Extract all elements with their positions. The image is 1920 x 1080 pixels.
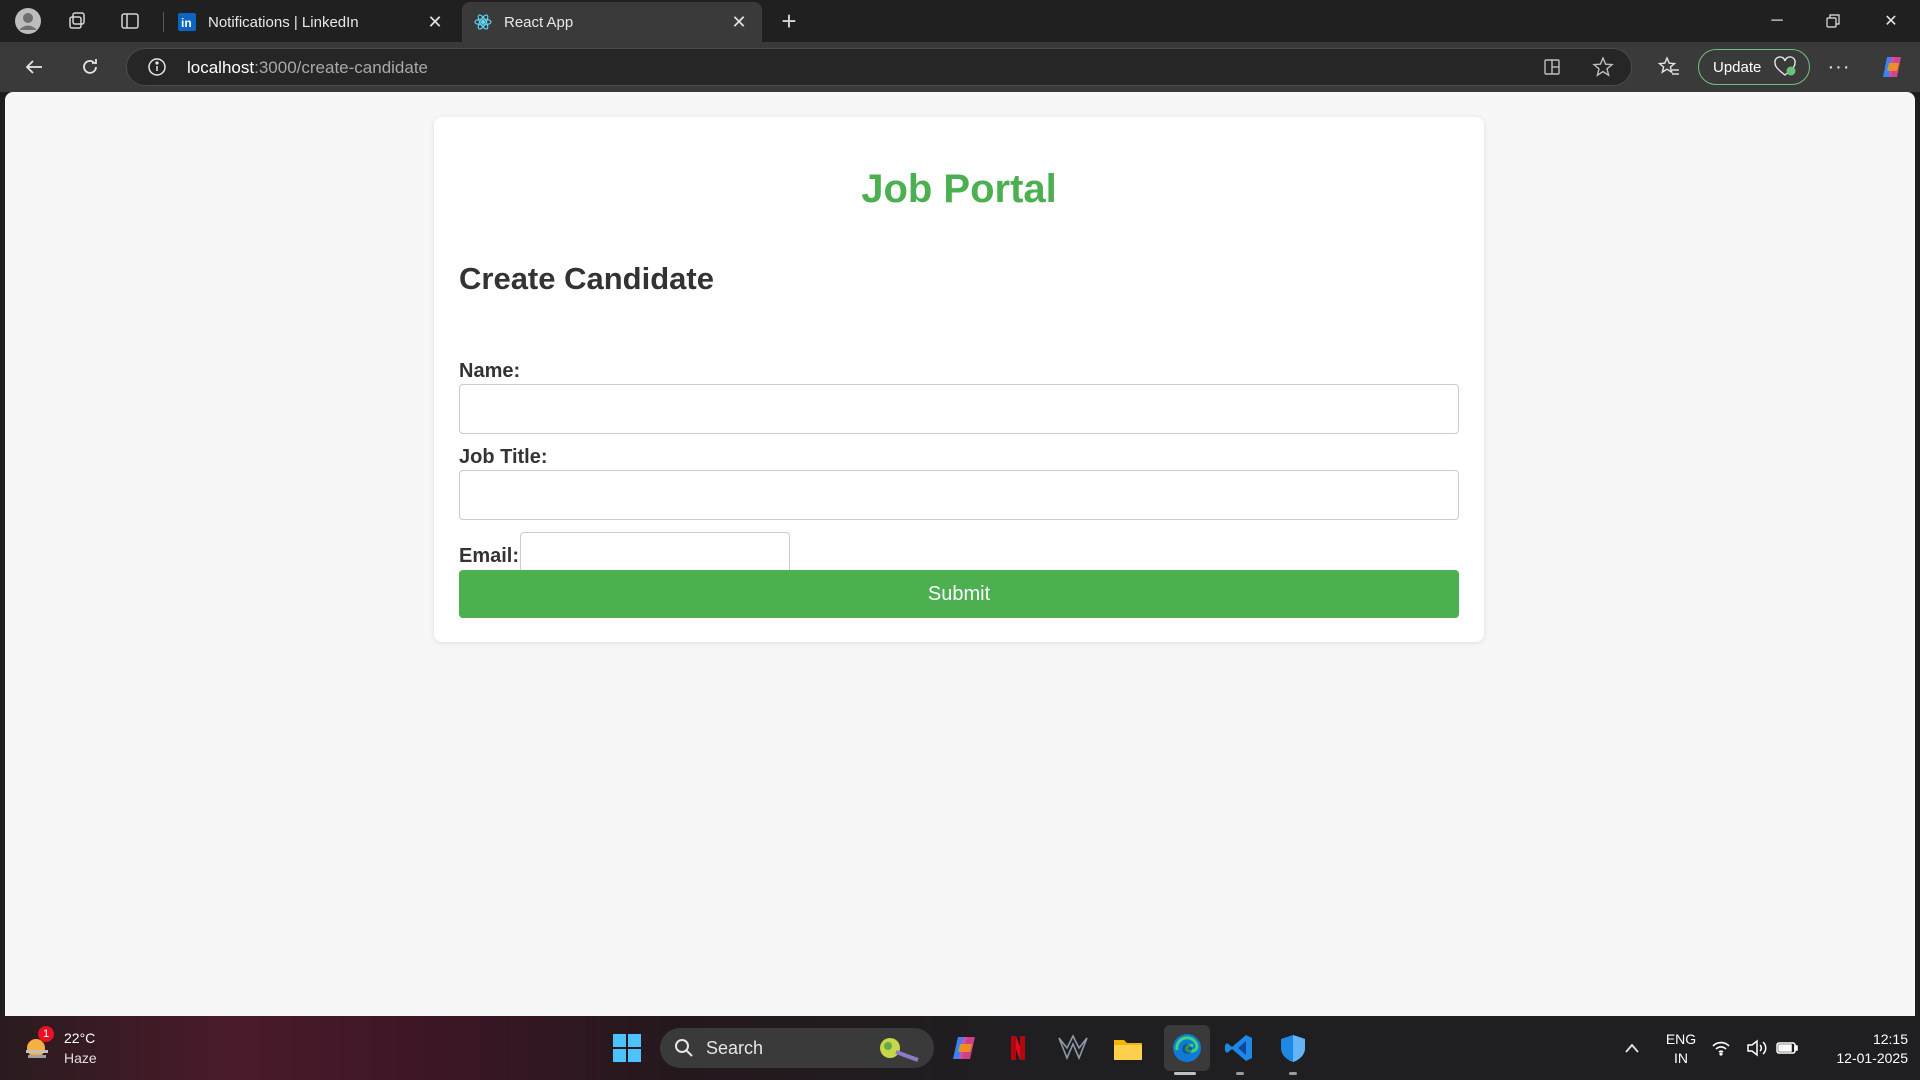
submit-button[interactable]: Submit (459, 570, 1459, 618)
windows-taskbar: 1 22°C Haze Search ENG IN 12:15 12-01-20… (0, 1016, 1920, 1080)
favorites-icon[interactable] (1655, 53, 1683, 81)
time-text: 12:15 (1872, 1031, 1908, 1047)
copilot-app-icon[interactable] (946, 1030, 982, 1066)
svg-text:in: in (181, 16, 192, 30)
copilot-icon[interactable] (1878, 53, 1906, 81)
tab-title: Notifications | LinkedIn (208, 13, 359, 31)
netflix-icon[interactable] (1000, 1030, 1036, 1066)
new-tab-icon[interactable]: + (775, 6, 803, 36)
form-card: Job Portal Create Candidate Name: Job Ti… (434, 117, 1484, 642)
update-button[interactable]: Update (1698, 49, 1810, 85)
favorite-star-icon[interactable] (1592, 56, 1614, 83)
browser-tab-bar: in Notifications | LinkedIn ✕ React App … (0, 0, 1920, 42)
edge-icon[interactable] (1164, 1025, 1210, 1071)
refresh-icon[interactable] (76, 53, 104, 81)
weather-badge: 1 (38, 1026, 54, 1042)
linkedin-icon: in (178, 13, 196, 31)
tab-separator (163, 12, 164, 32)
windows-start-icon[interactable] (609, 1030, 645, 1066)
close-window-icon[interactable]: ✕ (1876, 8, 1906, 34)
file-explorer-icon[interactable] (1110, 1030, 1146, 1066)
language-indicator[interactable]: ENG IN (1656, 1030, 1706, 1068)
name-input[interactable] (459, 384, 1459, 434)
browser-toolbar: localhost:3000/create-candidate Update ·… (0, 42, 1920, 92)
defender-running-indicator (1289, 1072, 1297, 1075)
heart-pulse-icon (1773, 56, 1797, 82)
search-highlight-icon (876, 1032, 922, 1069)
weather-condition: Haze (64, 1050, 97, 1066)
edge-running-indicator (1174, 1072, 1196, 1075)
split-screen-icon[interactable] (1542, 57, 1562, 82)
predator-sense-icon[interactable] (1055, 1030, 1091, 1066)
defender-shield-icon[interactable] (1275, 1030, 1311, 1066)
page-viewport: Job Portal Create Candidate Name: Job Ti… (5, 92, 1915, 1016)
clock[interactable]: 12:15 12-01-2025 (1808, 1030, 1908, 1068)
react-icon (474, 13, 492, 31)
wifi-icon[interactable] (1710, 1030, 1732, 1066)
form-title: Create Candidate (459, 261, 714, 296)
vscode-icon[interactable] (1221, 1030, 1257, 1066)
search-icon (674, 1038, 694, 1058)
workspaces-icon[interactable] (63, 7, 91, 35)
weather-temp: 22°C (64, 1030, 96, 1046)
tab-title: React App (504, 13, 574, 31)
search-label: Search (706, 1037, 764, 1058)
job-title-input[interactable] (459, 470, 1459, 520)
minimize-icon[interactable]: ─ (1762, 8, 1792, 34)
taskbar-search[interactable]: Search (660, 1028, 934, 1068)
close-tab-icon[interactable]: ✕ (730, 13, 748, 31)
close-tab-icon[interactable]: ✕ (426, 13, 444, 31)
tab-linkedin[interactable]: in Notifications | LinkedIn ✕ (166, 2, 458, 42)
portal-title: Job Portal (861, 167, 1057, 211)
job-title-label: Job Title: (459, 446, 548, 468)
address-bar[interactable]: localhost:3000/create-candidate (126, 48, 1632, 86)
profile-icon[interactable] (14, 7, 42, 35)
restore-icon[interactable] (1818, 8, 1848, 34)
url-text[interactable]: localhost:3000/create-candidate (187, 58, 428, 78)
date-text: 12-01-2025 (1836, 1050, 1908, 1066)
tab-react-app[interactable]: React App ✕ (462, 2, 762, 42)
volume-icon[interactable] (1745, 1030, 1769, 1066)
site-info-icon[interactable] (147, 57, 167, 82)
name-label: Name: (459, 360, 521, 382)
more-options-icon[interactable]: ··· (1825, 53, 1853, 81)
show-hidden-icons-icon[interactable] (1614, 1030, 1650, 1066)
vscode-running-indicator (1236, 1072, 1244, 1075)
back-icon[interactable] (20, 53, 48, 81)
email-label: Email: (459, 545, 520, 567)
battery-icon[interactable] (1774, 1030, 1800, 1066)
vertical-tabs-icon[interactable] (116, 7, 144, 35)
